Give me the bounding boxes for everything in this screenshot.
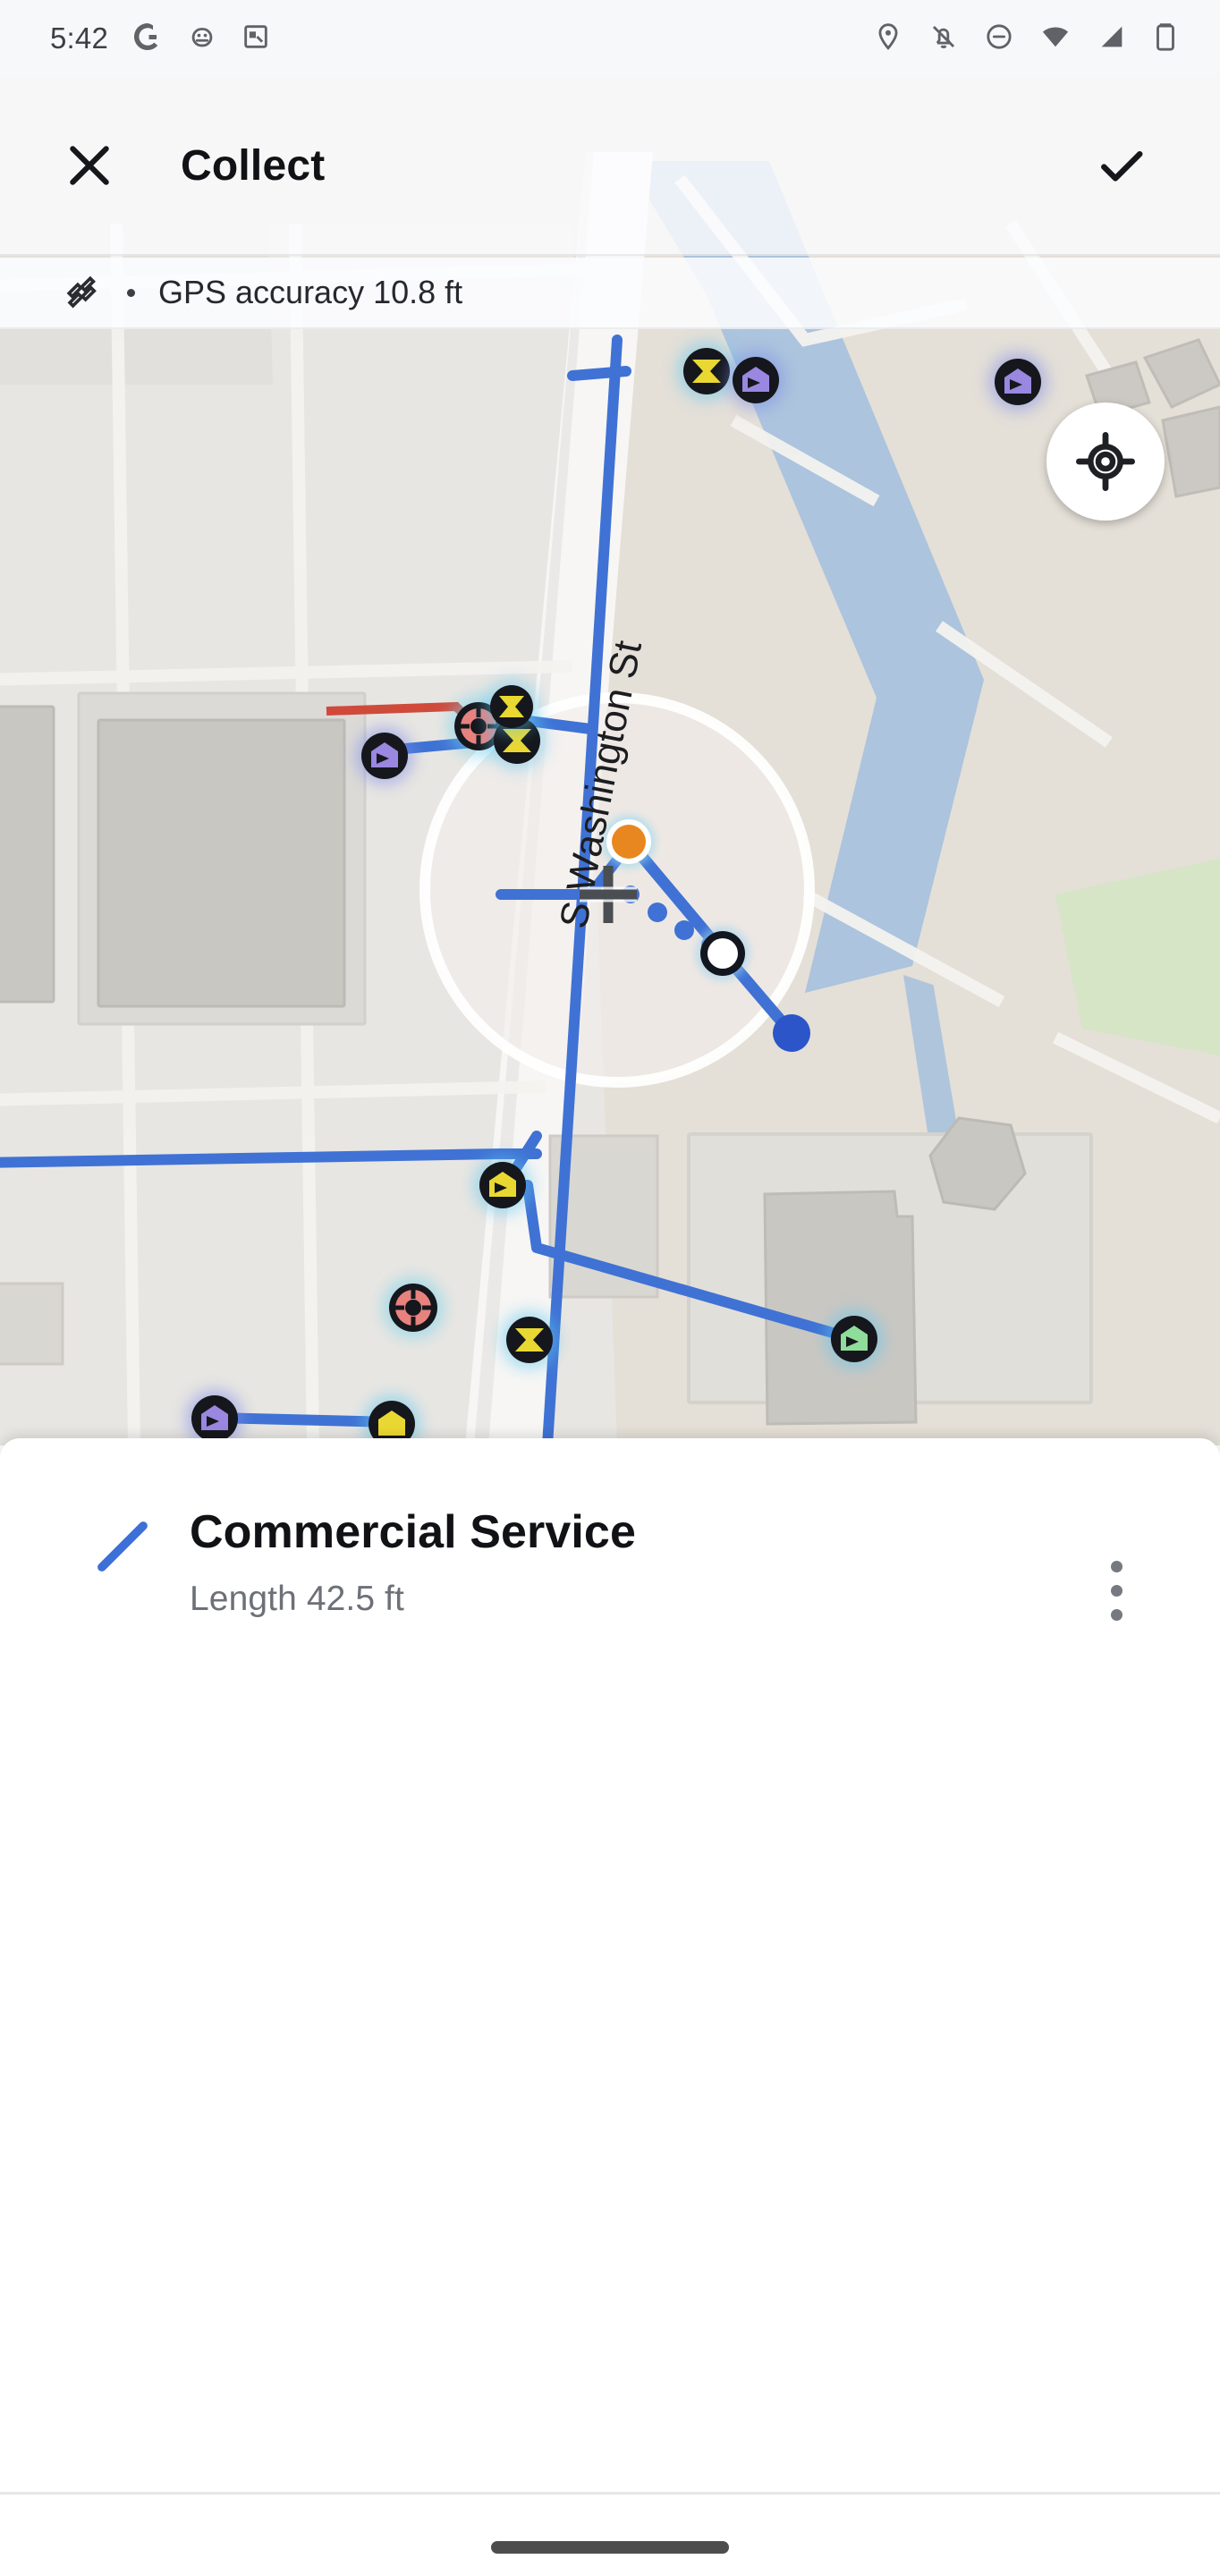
notifications-off-icon	[928, 21, 959, 56]
more-options-icon	[1110, 1560, 1123, 1572]
feature-header-text: Commercial Service Length 42.5 ft	[190, 1506, 636, 1619]
my-location-icon	[1076, 432, 1135, 491]
gps-accuracy-bar[interactable]: GPS accuracy 10.8 ft	[0, 258, 1220, 329]
battery-icon	[1152, 21, 1179, 56]
more-options-icon-dot2	[1110, 1584, 1123, 1597]
confirm-button[interactable]	[1077, 121, 1166, 210]
wifi-icon	[1039, 21, 1072, 57]
collect-screen: S Washington St 5:42 Collect GPS accurac…	[0, 0, 1220, 2576]
my-location-button[interactable]	[1046, 402, 1165, 521]
close-icon	[70, 146, 109, 185]
status-clock: 5:42	[50, 21, 109, 55]
app-bar: Collect	[0, 77, 1220, 256]
status-bar-left: 5:42	[0, 21, 271, 57]
page-title: Collect	[181, 141, 326, 190]
gps-separator-dot	[127, 288, 135, 297]
system-navigation-bar	[0, 2492, 1220, 2576]
android-debug-icon	[187, 21, 217, 56]
gesture-navigation-pill[interactable]	[491, 2540, 729, 2554]
feature-header: Commercial Service Length 42.5 ft	[0, 1438, 1220, 1694]
gps-accuracy-text: GPS accuracy 10.8 ft	[158, 274, 463, 310]
screenshot-icon	[241, 21, 271, 56]
do-not-disturb-icon	[984, 21, 1014, 56]
line-feature-icon	[89, 1513, 156, 1584]
feature-bottom-sheet: Commercial Service Length 42.5 ft ADD PO…	[0, 1438, 1220, 2576]
more-options-icon-dot3	[1110, 1608, 1123, 1621]
feature-title: Commercial Service	[190, 1506, 636, 1558]
check-icon	[1101, 151, 1143, 182]
close-button[interactable]	[43, 119, 136, 212]
feature-length: Length 42.5 ft	[190, 1580, 404, 1619]
location-pin-icon	[873, 21, 903, 56]
status-bar: 5:42	[0, 0, 1220, 77]
status-bar-right	[873, 21, 1220, 57]
google-g-icon	[131, 21, 164, 57]
cellular-signal-icon	[1097, 21, 1127, 56]
gps-accuracy-icon	[64, 274, 102, 311]
more-options-button[interactable]	[1073, 1547, 1159, 1633]
